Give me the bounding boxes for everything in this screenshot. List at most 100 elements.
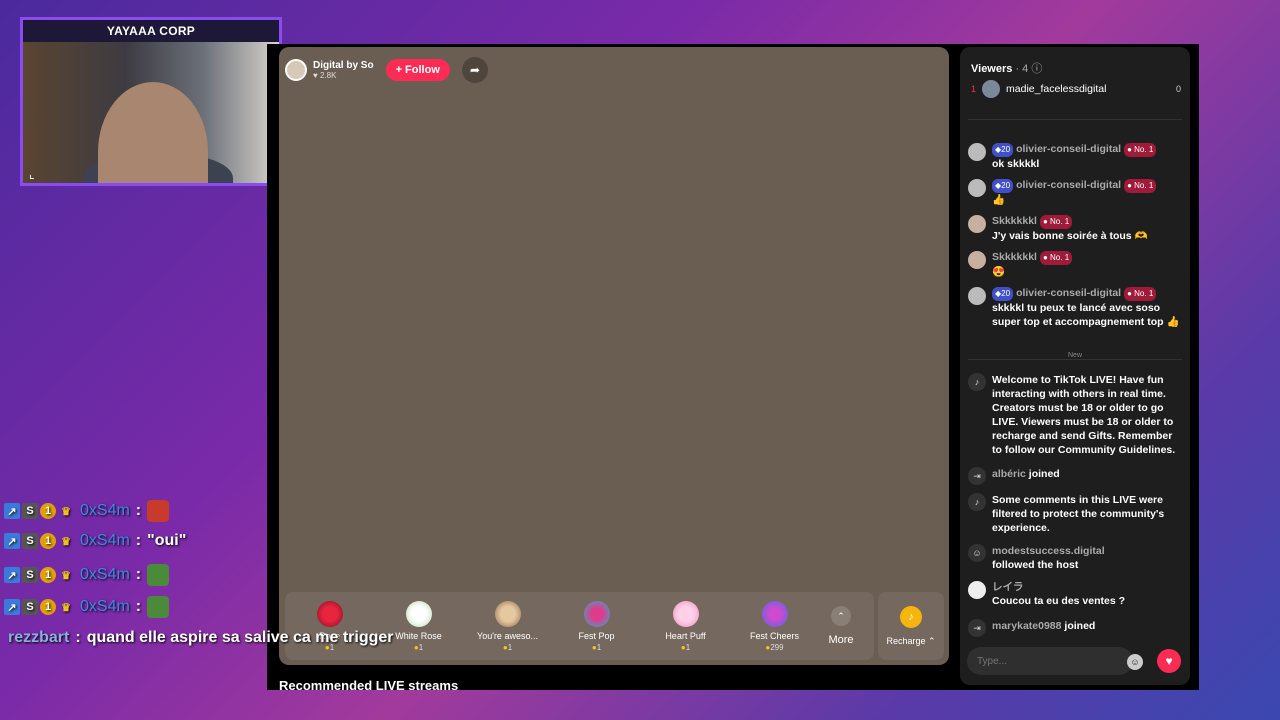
gift-name: Heart Puff [665,630,706,641]
help-icon[interactable]: ⓘ [1031,63,1042,75]
rank-badge: ● No. 1 [1124,287,1157,301]
message-user[interactable]: olivier-conseil-digital [1016,179,1121,191]
chat-message: レイラ Coucou ta eu des ventes ? [968,580,1182,608]
gift-item[interactable]: Fest Cheers ●299 [730,600,819,652]
follow-button[interactable]: + Follow [385,59,450,81]
avatar[interactable] [968,143,986,161]
message-user[interactable]: Skkkkkkl [992,251,1037,263]
white-rose-icon [405,600,432,627]
chat-username: rezzbart [8,629,70,646]
host-avatar[interactable] [285,59,307,81]
chat-message: ◆20 olivier-conseil-digital ● No. 1 👍 [968,178,1182,207]
rose-icon [316,600,343,627]
colon: : [135,532,142,549]
bits-badge-icon: 1 [40,599,56,615]
system-message: ♪ Welcome to TikTok LIVE! Have fun inter… [968,373,1182,457]
chat-panel: Viewers · 4 ⓘ 1 madie_facelessdigital 0 … [960,47,1190,685]
bits-badge-icon: 1 [40,533,56,549]
gift-price: ●1 [680,642,691,652]
cat-icon [494,600,521,627]
gift-price: ●1 [591,642,602,652]
level-badge: ◆20 [992,143,1014,157]
boost-badge-icon: ↗ [4,599,20,615]
gift-item[interactable]: Heart Puff ●1 [641,600,730,652]
message-user[interactable]: Skkkkkkl [992,215,1037,227]
message-text: followed the host [992,559,1079,571]
heart-icon[interactable]: ♥ [1157,649,1181,673]
stream-chat-line: rezzbart : quand elle aspire sa salive c… [8,629,394,647]
message-text: Some comments in this LIVE were filtered… [992,494,1165,534]
gift-name: Fest Pop [578,630,615,641]
colon: : [75,629,81,646]
crown-icon: ♛ [61,505,71,518]
chat-text: quand elle aspire sa salive ca me trigge… [86,629,394,646]
heart-puff-icon [672,600,699,627]
viewer-rank: 1 [971,84,977,94]
chat-username: 0xS4m [80,502,130,519]
chat-message: ◆20 olivier-conseil-digital ● No. 1 ok skk… [968,142,1182,171]
viewers-header[interactable]: Viewers · 4 ⓘ [971,60,1042,76]
level-badge: ◆20 [992,287,1014,301]
system-message: ♪ Some comments in this LIVE were filter… [968,493,1182,535]
gift-item[interactable]: Fest Pop ●1 [552,600,641,652]
divider [968,119,1182,120]
colon: : [135,502,142,519]
rank-badge: ● No. 1 [1039,215,1073,229]
avatar[interactable] [968,179,986,197]
avatar[interactable] [968,251,986,269]
join-message: ⇥ marykate0988 joined [968,619,1182,637]
gift-item[interactable]: You're aweso... ●1 [463,600,552,652]
cam-title: YAYAAA CORP [23,20,279,42]
join-icon: ⇥ [968,619,986,637]
host-name[interactable]: Digital by So [313,60,374,71]
message-user[interactable]: albéric [992,468,1026,480]
more-gifts-button[interactable]: ⌃ More [819,606,863,646]
fest-cheers-icon [761,600,788,627]
level-badge: ◆20 [992,179,1014,193]
message-text: J'y vais bonne soirée à tous 🫶 [992,230,1148,242]
gift-bar: Rose ●1 White Rose ●1 You're aweso... ●1… [285,592,874,660]
host-likes: ♥ 2.8K [313,71,337,80]
more-label: More [828,634,854,646]
cam-person-head [98,82,208,183]
rank-badge: ● No. 1 [1039,251,1073,265]
chat-message: ◆20 olivier-conseil-digital ● No. 1 skkkkl… [968,286,1182,329]
live-player[interactable]: Digital by So ♥ 2.8K + Follow ➦ Rose ●1 … [279,47,949,665]
avatar[interactable] [968,581,986,599]
avatar[interactable] [968,215,986,233]
colon: : [135,598,142,615]
host-info: Digital by So ♥ 2.8K + Follow ➦ [285,55,488,85]
share-icon[interactable]: ➦ [461,57,488,83]
message-text: ok skkkkl [992,158,1040,170]
viewers-label: Viewers [971,63,1013,75]
message-user[interactable]: レイラ [992,580,1125,594]
rank-badge: ● No. 1 [1124,179,1157,193]
avatar [982,80,1001,98]
gift-name: Fest Cheers [749,630,800,641]
stream-chat-line: ↗ S 1 ♛ 0xS4m : "oui" [4,532,186,550]
avatar[interactable] [968,287,986,305]
viewer-score: 0 [1175,84,1181,94]
chat-message: Skkkkkkl ● No. 1 J'y vais bonne soirée à … [968,214,1182,243]
join-icon: ⇥ [968,467,986,485]
sub-badge-icon: S [22,503,38,519]
top-viewer-row[interactable]: 1 madie_facelessdigital 0 [971,80,1181,98]
message-text: Coucou ta eu des ventes ? [992,595,1126,607]
join-label: joined [1064,620,1096,632]
colon: : [135,566,142,583]
rank-badge: ● No. 1 [1124,143,1157,157]
message-user[interactable]: olivier-conseil-digital [1016,143,1121,155]
emoji-icon[interactable]: ☺ [1127,654,1143,670]
message-user[interactable]: marykate0988 [992,620,1061,632]
message-text: Welcome to TikTok LIVE! Have fun interac… [992,374,1176,456]
recharge-label: Recharge ⌃ [886,635,936,646]
message-user[interactable]: modestsuccess.digital [992,544,1105,558]
bits-badge-icon: 1 [40,503,56,519]
chat-username: 0xS4m [80,532,130,549]
chat-input[interactable] [967,647,1133,675]
message-user[interactable]: olivier-conseil-digital [1016,287,1121,299]
sub-badge-icon: S [22,567,38,583]
user-follow-icon: ☺ [968,544,986,562]
recharge-button[interactable]: ♪ Recharge ⌃ [878,592,944,660]
webcam-overlay: YAYAAA CORP ⌜ ⌝ ⌞ [20,17,282,186]
